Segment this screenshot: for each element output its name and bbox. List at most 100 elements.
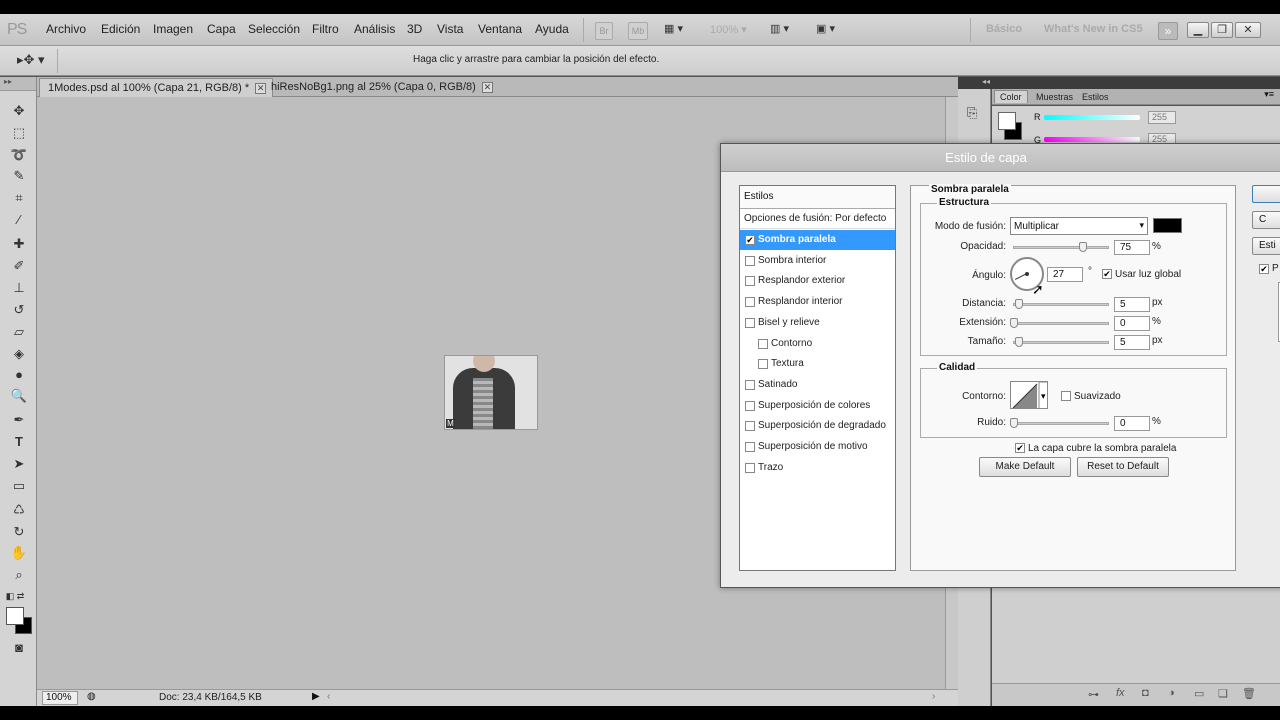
new-group-icon[interactable]: ▭ xyxy=(1194,687,1204,700)
knockout-checkbox[interactable]: ✔ xyxy=(1015,443,1025,453)
reset-default-button[interactable]: Reset to Default xyxy=(1077,457,1169,477)
effect-item[interactable]: Trazo xyxy=(740,458,895,478)
effect-item[interactable]: Resplandor interior xyxy=(740,292,895,312)
noise-slider[interactable] xyxy=(1013,422,1109,425)
effect-checkbox[interactable] xyxy=(745,317,755,328)
panel-menu-icon[interactable]: ▾≡ xyxy=(1264,89,1274,100)
effect-checkbox[interactable] xyxy=(758,338,768,349)
screen-mode-dropdown[interactable]: ▣ ▾ xyxy=(816,22,835,42)
menu-seleccion[interactable]: Selección xyxy=(248,22,300,36)
rectangle-tool-icon[interactable]: ▭ xyxy=(9,477,29,495)
dialog-title[interactable]: Estilo de capa xyxy=(721,144,1280,172)
add-mask-icon[interactable]: ◘ xyxy=(1142,687,1149,699)
size-field[interactable]: 5 xyxy=(1114,335,1150,350)
foreground-color-swatch[interactable] xyxy=(6,607,24,625)
default-colors-icon[interactable]: ◧ ⇄ xyxy=(5,587,25,605)
minibridge-button[interactable]: Mb xyxy=(628,22,648,40)
close-button[interactable]: ✕ xyxy=(1235,22,1261,38)
tab-hiresnobg1[interactable]: hiResNoBg1.png al 25% (Capa 0, RGB/8) ✕ xyxy=(263,78,499,97)
cancel-button[interactable]: C xyxy=(1252,211,1280,229)
workspace-basico[interactable]: Básico xyxy=(986,23,1022,35)
bridge-button[interactable]: Br xyxy=(595,22,613,40)
size-slider-handle[interactable] xyxy=(1015,337,1023,347)
link-layers-icon[interactable]: ⊶ xyxy=(1088,688,1099,701)
menu-capa[interactable]: Capa xyxy=(207,22,236,36)
status-info-icon[interactable]: ◍ xyxy=(87,691,96,702)
effect-item[interactable]: ✔ Sombra paralela xyxy=(740,230,895,250)
type-tool-icon[interactable]: T xyxy=(9,433,29,451)
marquee-tool-icon[interactable]: ⬚ xyxy=(9,124,29,142)
lasso-tool-icon[interactable]: ➰ xyxy=(9,146,29,164)
crop-tool-icon[interactable]: ⌗ xyxy=(9,189,29,207)
eyedropper-tool-icon[interactable]: ⁄ xyxy=(9,211,29,229)
effect-checkbox[interactable] xyxy=(745,442,755,452)
move-tool-icon[interactable]: ✥ xyxy=(9,102,29,120)
effect-item[interactable]: Satinado xyxy=(740,375,895,395)
ok-button[interactable] xyxy=(1252,185,1280,203)
effect-item[interactable]: Sombra interior xyxy=(740,251,895,271)
tab-color[interactable]: Color xyxy=(994,90,1028,103)
paint-bucket-tool-icon[interactable]: ◈ xyxy=(9,345,29,363)
antialias-checkbox[interactable] xyxy=(1061,391,1071,401)
3d-orbit-tool-icon[interactable]: ↻ xyxy=(9,523,29,541)
effect-item[interactable]: Resplandor exterior xyxy=(740,271,895,291)
pen-tool-icon[interactable]: ✒ xyxy=(9,411,29,429)
3d-rotate-tool-icon[interactable]: ♺ xyxy=(9,501,29,519)
channel-g-slider[interactable] xyxy=(1044,137,1140,142)
menu-filtro[interactable]: Filtro xyxy=(312,22,339,36)
close-icon[interactable]: ✕ xyxy=(481,82,493,93)
menu-imagen[interactable]: Imagen xyxy=(153,22,193,36)
more-workspaces-button[interactable]: » xyxy=(1158,22,1178,40)
quick-mask-icon[interactable]: ◙ xyxy=(9,639,29,657)
angle-field[interactable]: 27 xyxy=(1047,267,1083,282)
effect-checkbox[interactable] xyxy=(745,255,755,266)
quick-selection-tool-icon[interactable]: ✎ xyxy=(9,167,29,185)
adjustment-layer-icon[interactable]: ◑ xyxy=(1168,687,1175,699)
move-tool-preset-icon[interactable]: ▸✥ ▾ xyxy=(17,52,45,68)
dodge-tool-icon[interactable]: 🔍 xyxy=(9,387,29,405)
hand-tool-icon[interactable]: ✋ xyxy=(9,544,29,562)
effect-checkbox[interactable] xyxy=(745,462,755,473)
channel-r-value[interactable]: 255 xyxy=(1148,111,1176,124)
panels-collapse-handle[interactable]: ◂◂ xyxy=(958,77,1280,89)
global-light-checkbox[interactable]: ✔ xyxy=(1102,269,1112,279)
opacity-field[interactable]: 75 xyxy=(1114,240,1150,255)
menu-ventana[interactable]: Ventana xyxy=(478,22,522,36)
workspace-whats-new[interactable]: What's New in CS5 xyxy=(1044,23,1143,35)
blend-options-item[interactable]: Opciones de fusión: Por defecto xyxy=(740,209,895,229)
preview-checkbox[interactable]: ✔ xyxy=(1259,264,1269,274)
blur-tool-icon[interactable]: ● xyxy=(9,366,29,384)
effect-checkbox[interactable] xyxy=(745,421,755,432)
spread-slider[interactable] xyxy=(1013,322,1109,325)
menu-archivo[interactable]: Archivo xyxy=(46,22,86,36)
minimize-button[interactable]: ▁ xyxy=(1187,22,1209,38)
distance-slider[interactable] xyxy=(1013,303,1109,306)
effect-checkbox[interactable] xyxy=(745,297,755,308)
effect-item[interactable]: Superposición de degradado xyxy=(740,416,895,436)
effect-checkbox[interactable] xyxy=(758,359,768,370)
contour-picker[interactable]: ▾ xyxy=(1010,381,1048,409)
styles-header[interactable]: Estilos xyxy=(740,186,895,209)
effect-item[interactable]: Superposición de colores xyxy=(740,396,895,416)
scroll-left-icon[interactable]: ‹ xyxy=(327,691,330,702)
menu-3d[interactable]: 3D xyxy=(407,22,422,36)
path-selection-tool-icon[interactable]: ➤ xyxy=(9,455,29,473)
effect-item[interactable]: Bisel y relieve xyxy=(740,313,895,333)
trash-icon[interactable]: 🗑 xyxy=(1242,687,1256,700)
effect-checkbox[interactable] xyxy=(745,276,755,287)
spread-field[interactable]: 0 xyxy=(1114,316,1150,331)
effect-checkbox[interactable] xyxy=(745,379,755,390)
distance-slider-handle[interactable] xyxy=(1015,299,1023,309)
healing-brush-tool-icon[interactable]: ✚ xyxy=(9,235,29,253)
zoom-tool-icon[interactable]: ⌕ xyxy=(9,566,29,584)
distance-field[interactable]: 5 xyxy=(1114,297,1150,312)
new-layer-icon[interactable]: ❏ xyxy=(1218,687,1228,700)
brush-tool-icon[interactable]: ✐ xyxy=(9,257,29,275)
view-extras-dropdown[interactable]: ▦ ▾ xyxy=(664,22,683,42)
noise-slider-handle[interactable] xyxy=(1010,418,1018,428)
shadow-color-swatch[interactable] xyxy=(1153,218,1182,233)
tools-collapse-handle[interactable]: ▸▸ xyxy=(0,77,36,91)
layer-image[interactable]: M xyxy=(444,355,538,430)
tab-muestras[interactable]: Muestras xyxy=(1031,91,1078,103)
restore-button[interactable]: ❐ xyxy=(1211,22,1233,38)
